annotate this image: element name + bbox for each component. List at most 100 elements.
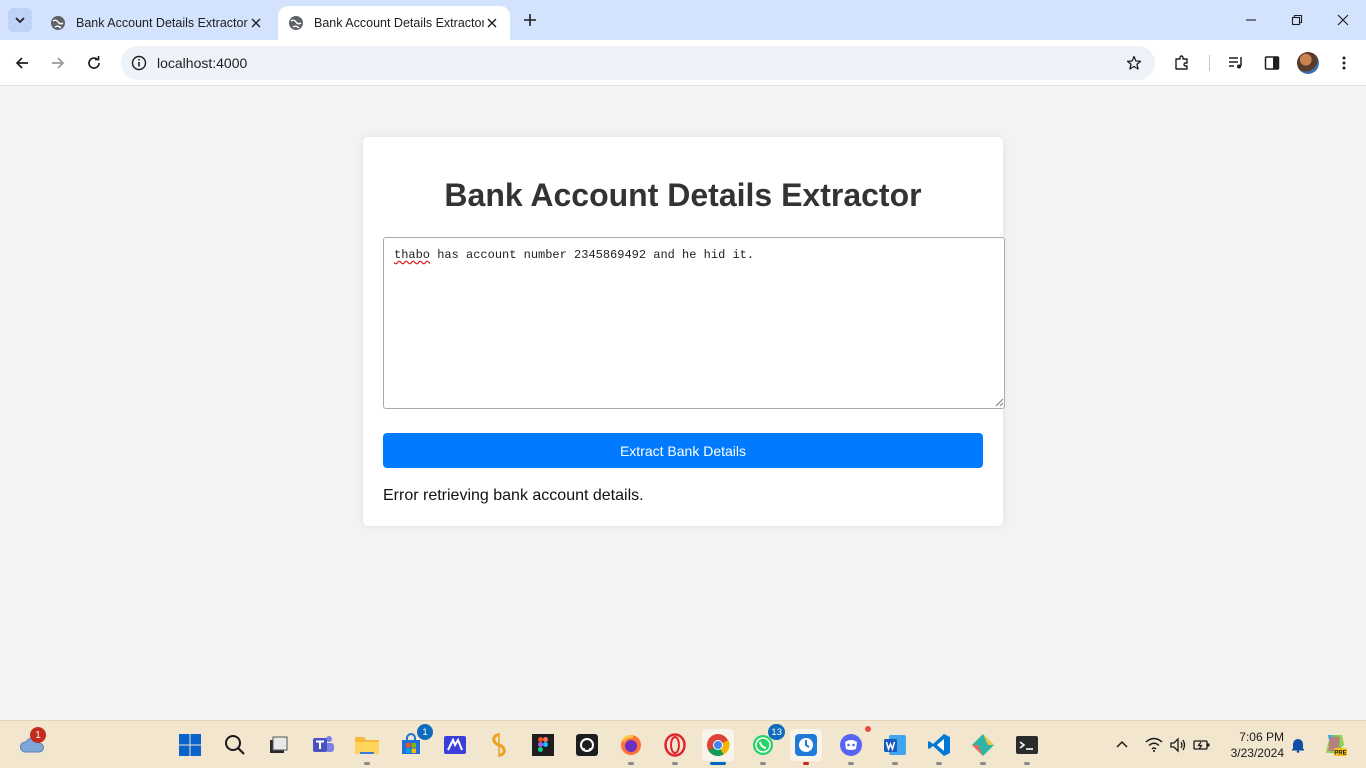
taskbar-app-vscode[interactable] (923, 729, 955, 765)
restore-icon (1291, 14, 1303, 26)
arrow-right-icon (52, 57, 65, 69)
close-tab-icon[interactable] (248, 15, 264, 31)
toolbar-divider (1209, 55, 1210, 71)
taskbar-app-clock[interactable] (790, 729, 822, 765)
volume-status[interactable] (1168, 735, 1188, 755)
weather-badge: 1 (30, 727, 46, 743)
running-indicator (1024, 762, 1030, 765)
start-button[interactable] (174, 729, 206, 761)
running-indicator (980, 762, 986, 765)
clock-date: 3/23/2024 (1230, 746, 1284, 760)
taskbar-app-discord[interactable] (835, 724, 873, 765)
app-orange-icon (492, 733, 506, 757)
running-indicator (892, 762, 898, 765)
folder-icon (355, 737, 379, 754)
taskbar-app-opera[interactable] (659, 729, 691, 765)
app-clock-icon (795, 734, 817, 756)
running-indicator (628, 762, 634, 765)
extensions-button[interactable] (1168, 49, 1196, 77)
text-input-area[interactable] (383, 237, 1005, 409)
running-indicator (364, 762, 370, 765)
reload-button[interactable] (80, 49, 108, 77)
tab-title: Bank Account Details Extractor (314, 16, 484, 30)
taskbar-app-orange[interactable] (483, 729, 515, 761)
queue-music-icon (1229, 57, 1242, 69)
bookmark-star-icon[interactable] (1123, 52, 1145, 74)
app-blue-icon (444, 736, 466, 754)
browser-toolbar: localhost:4000 (0, 40, 1366, 86)
address-url: localhost:4000 (157, 55, 248, 71)
site-info-icon[interactable] (129, 53, 149, 73)
taskbar-app-teams[interactable] (307, 729, 339, 761)
taskbar-search-button[interactable] (219, 729, 251, 761)
side-panel-button[interactable] (1258, 49, 1286, 77)
active-indicator (710, 762, 726, 765)
tab-inactive[interactable]: Bank Account Details Extractor (40, 6, 274, 40)
clock-time: 7:06 PM (1239, 730, 1284, 744)
vscode-icon (928, 734, 950, 756)
notification-badge: 1 (417, 724, 433, 740)
browser-menu-button[interactable] (1330, 49, 1358, 77)
close-tab-icon[interactable] (484, 15, 500, 31)
battery-status[interactable] (1192, 735, 1212, 755)
media-controls-button[interactable] (1222, 49, 1250, 77)
taskbar-app-whatsapp[interactable]: 13 (747, 724, 785, 765)
minimize-button[interactable] (1228, 0, 1274, 40)
show-hidden-icons-button[interactable] (1112, 735, 1132, 755)
taskbar-app-blue[interactable] (439, 729, 471, 761)
puzzle-icon (1175, 55, 1188, 70)
page-title: Bank Account Details Extractor (444, 177, 922, 213)
taskbar-app-github[interactable] (571, 729, 603, 761)
close-icon (1337, 14, 1349, 26)
taskbar-app-word[interactable] (879, 729, 911, 765)
taskbar-app-microsoft-store[interactable]: 1 (395, 724, 433, 761)
windows-logo-icon (179, 734, 201, 756)
running-indicator (936, 762, 942, 765)
app-git-icon (972, 734, 994, 756)
resize-grip-icon[interactable] (994, 397, 1004, 407)
close-window-button[interactable] (1320, 0, 1366, 40)
search-icon (225, 735, 245, 755)
back-button[interactable] (8, 49, 36, 77)
taskbar-app-chrome[interactable] (702, 729, 734, 765)
windows-taskbar: 1 1 13 7:06 PM 3/23/2024 PRE (0, 720, 1366, 768)
opera-icon (664, 733, 686, 757)
task-view-button[interactable] (262, 729, 294, 761)
restore-button[interactable] (1274, 0, 1320, 40)
running-indicator (848, 762, 854, 765)
forward-button[interactable] (44, 49, 72, 77)
taskbar-app-terminal[interactable] (1011, 729, 1043, 765)
copilot-button[interactable]: PRE (1322, 731, 1348, 757)
result-message: Error retrieving bank account details. (383, 487, 644, 504)
taskbar-clock[interactable]: 7:06 PM 3/23/2024 (1224, 729, 1284, 761)
taskbar-app-figma[interactable] (527, 729, 559, 761)
chrome-icon (707, 734, 730, 756)
wifi-status[interactable] (1144, 735, 1164, 755)
profile-avatar[interactable] (1297, 52, 1319, 74)
taskbar-app-git[interactable] (967, 729, 999, 765)
figma-icon (532, 734, 554, 756)
reload-icon (88, 56, 100, 69)
battery-charging-icon (1193, 740, 1210, 750)
address-bar[interactable]: localhost:4000 (121, 46, 1155, 80)
running-indicator (672, 762, 678, 765)
browser-tab-strip: Bank Account Details Extractor Bank Acco… (0, 0, 1366, 40)
github-icon (576, 734, 598, 756)
terminal-icon (1016, 736, 1038, 754)
running-indicator (760, 762, 766, 765)
notifications-button[interactable] (1288, 735, 1308, 755)
svg-text:PRE: PRE (1334, 750, 1346, 756)
copilot-icon: PRE (1326, 735, 1347, 756)
notification-badge: 13 (768, 724, 785, 740)
firefox-icon (621, 735, 641, 755)
chevron-up-icon (1116, 740, 1128, 748)
notification-dot (863, 724, 873, 734)
word-icon (884, 735, 906, 755)
taskbar-app-file-explorer[interactable] (351, 729, 383, 765)
tab-search-button[interactable] (8, 8, 32, 32)
teams-icon (313, 736, 334, 752)
tab-active[interactable]: Bank Account Details Extractor (278, 6, 510, 40)
extract-bank-details-button[interactable]: Extract Bank Details (383, 433, 983, 468)
taskbar-app-firefox[interactable] (615, 729, 647, 765)
new-tab-button[interactable] (518, 8, 542, 32)
